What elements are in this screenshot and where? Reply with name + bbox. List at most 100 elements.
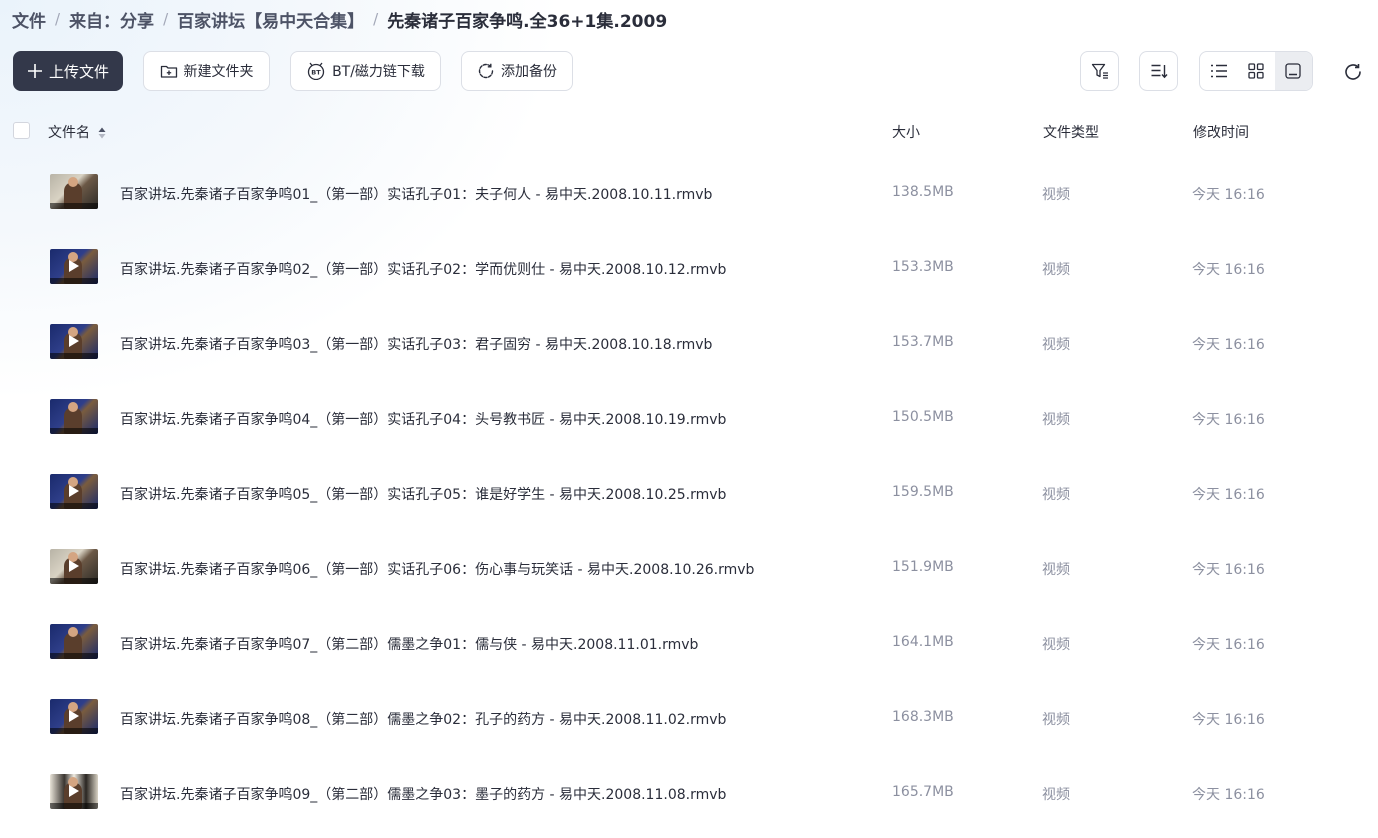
file-type: 视频 xyxy=(1042,262,1070,278)
file-name[interactable]: 百家讲坛.先秦诸子百家争鸣08_（第二部）儒墨之争02：孔子的药方 - 易中天.… xyxy=(120,709,726,729)
breadcrumb-files[interactable]: 文件 xyxy=(12,7,46,32)
table-row[interactable]: 百家讲坛.先秦诸子百家争鸣04_（第一部）实话孔子04：头号教书匠 - 易中天.… xyxy=(0,381,1378,456)
table-row[interactable]: 百家讲坛.先秦诸子百家争鸣05_（第一部）实话孔子05：谁是好学生 - 易中天.… xyxy=(0,456,1378,531)
file-name[interactable]: 百家讲坛.先秦诸子百家争鸣03_（第一部）实话孔子03：君子固穷 - 易中天.2… xyxy=(120,334,712,354)
file-modified-time: 今天 16:16 xyxy=(1192,637,1265,653)
file-size: 153.7MB xyxy=(892,334,954,350)
thumbnail-caption-bar xyxy=(50,503,98,509)
file-name[interactable]: 百家讲坛.先秦诸子百家争鸣09_（第二部）儒墨之争03：墨子的药方 - 易中天.… xyxy=(120,784,726,804)
video-thumbnail[interactable] xyxy=(50,699,98,734)
video-thumbnail[interactable] xyxy=(50,624,98,659)
new-folder-button[interactable]: 新建文件夹 xyxy=(143,51,270,91)
thumbnail-caption-bar xyxy=(50,728,98,734)
filter-icon xyxy=(1091,63,1108,79)
backup-icon xyxy=(478,63,494,79)
file-size: 138.5MB xyxy=(892,184,954,200)
video-thumbnail[interactable] xyxy=(50,474,98,509)
folder-plus-icon xyxy=(160,65,177,78)
breadcrumb-current-folder: 先秦诸子百家争鸣.全36+1集.2009 xyxy=(387,11,668,32)
file-type: 视频 xyxy=(1042,712,1070,728)
thumbnail-caption-bar xyxy=(50,428,98,434)
breadcrumb-separator: / xyxy=(373,10,379,28)
play-icon xyxy=(69,260,79,272)
file-type: 视频 xyxy=(1042,412,1070,428)
file-type: 视频 xyxy=(1042,787,1070,803)
file-name[interactable]: 百家讲坛.先秦诸子百家争鸣01_（第一部）实话孔子01：夫子何人 - 易中天.2… xyxy=(120,184,712,204)
preview-view-toggle[interactable] xyxy=(1274,52,1312,90)
plus-icon xyxy=(27,64,42,78)
column-header-name[interactable]: 文件名 xyxy=(48,122,106,142)
table-row[interactable]: 百家讲坛.先秦诸子百家争鸣08_（第二部）儒墨之争02：孔子的药方 - 易中天.… xyxy=(0,681,1378,756)
file-type: 视频 xyxy=(1042,487,1070,503)
breadcrumb-separator: / xyxy=(55,10,61,28)
video-thumbnail[interactable] xyxy=(50,549,98,584)
thumbnail-caption-bar xyxy=(50,353,98,359)
sort-arrows-icon[interactable] xyxy=(98,127,106,139)
file-type: 视频 xyxy=(1042,637,1070,653)
preview-panel-icon xyxy=(1285,63,1301,79)
play-icon xyxy=(69,560,79,572)
breadcrumb-shared[interactable]: 来自：分享 xyxy=(69,7,154,32)
upload-button-label: 上传文件 xyxy=(48,62,109,81)
breadcrumb-separator: / xyxy=(163,10,169,28)
video-thumbnail[interactable] xyxy=(50,324,98,359)
file-size: 159.5MB xyxy=(892,484,954,500)
refresh-button[interactable] xyxy=(1340,59,1366,85)
file-size: 151.9MB xyxy=(892,559,954,575)
video-thumbnail[interactable] xyxy=(50,249,98,284)
thumbnail-caption-bar xyxy=(50,578,98,584)
column-header-size[interactable]: 大小 xyxy=(892,122,920,142)
view-mode-switcher xyxy=(1199,51,1313,91)
play-icon xyxy=(69,785,79,797)
add-backup-label: 添加备份 xyxy=(501,64,557,80)
thumbnail-caption-bar xyxy=(50,803,98,809)
file-modified-time: 今天 16:16 xyxy=(1192,712,1265,728)
file-type: 视频 xyxy=(1042,337,1070,353)
table-header: 文件名 大小 文件类型 修改时间 xyxy=(0,118,1378,144)
video-thumbnail[interactable] xyxy=(50,174,98,209)
bt-magnet-download-button[interactable]: BT BT/磁力链下载 xyxy=(290,51,441,91)
thumbnail-figure-head xyxy=(68,402,78,412)
thumbnail-caption-bar xyxy=(50,278,98,284)
file-name[interactable]: 百家讲坛.先秦诸子百家争鸣07_（第二部）儒墨之争01：儒与侠 - 易中天.20… xyxy=(120,634,698,654)
table-row[interactable]: 百家讲坛.先秦诸子百家争鸣01_（第一部）实话孔子01：夫子何人 - 易中天.2… xyxy=(0,156,1378,231)
grid-icon xyxy=(1248,63,1264,79)
table-row[interactable]: 百家讲坛.先秦诸子百家争鸣07_（第二部）儒墨之争01：儒与侠 - 易中天.20… xyxy=(0,606,1378,681)
file-name[interactable]: 百家讲坛.先秦诸子百家争鸣05_（第一部）实话孔子05：谁是好学生 - 易中天.… xyxy=(120,484,726,504)
table-row[interactable]: 百家讲坛.先秦诸子百家争鸣03_（第一部）实话孔子03：君子固穷 - 易中天.2… xyxy=(0,306,1378,381)
file-modified-time: 今天 16:16 xyxy=(1192,262,1265,278)
column-header-type[interactable]: 文件类型 xyxy=(1043,122,1099,142)
video-thumbnail[interactable] xyxy=(50,774,98,809)
thumbnail-figure-head xyxy=(68,177,78,187)
bt-magnet-download-label: BT/磁力链下载 xyxy=(332,64,425,80)
table-row[interactable]: 百家讲坛.先秦诸子百家争鸣06_（第一部）实话孔子06：伤心事与玩笑话 - 易中… xyxy=(0,531,1378,606)
upload-button[interactable]: 上传文件 xyxy=(13,51,123,91)
file-name[interactable]: 百家讲坛.先秦诸子百家争鸣04_（第一部）实话孔子04：头号教书匠 - 易中天.… xyxy=(120,409,726,429)
file-modified-time: 今天 16:16 xyxy=(1192,562,1265,578)
list-icon xyxy=(1210,64,1227,78)
sort-icon xyxy=(1151,64,1168,79)
add-backup-button[interactable]: 添加备份 xyxy=(461,51,573,91)
grid-view-toggle[interactable] xyxy=(1237,52,1274,90)
file-list: 百家讲坛.先秦诸子百家争鸣01_（第一部）实话孔子01：夫子何人 - 易中天.2… xyxy=(0,156,1378,831)
file-modified-time: 今天 16:16 xyxy=(1192,337,1265,353)
list-view-toggle[interactable] xyxy=(1200,52,1237,90)
file-type: 视频 xyxy=(1042,562,1070,578)
file-name[interactable]: 百家讲坛.先秦诸子百家争鸣06_（第一部）实话孔子06：伤心事与玩笑话 - 易中… xyxy=(120,559,754,579)
column-header-modified[interactable]: 修改时间 xyxy=(1193,122,1249,142)
file-modified-time: 今天 16:16 xyxy=(1192,487,1265,503)
breadcrumb-collection[interactable]: 百家讲坛【易中天合集】 xyxy=(177,7,364,32)
bt-icon: BT xyxy=(307,62,325,80)
table-row[interactable]: 百家讲坛.先秦诸子百家争鸣09_（第二部）儒墨之争03：墨子的药方 - 易中天.… xyxy=(0,756,1378,831)
sort-button[interactable] xyxy=(1139,51,1178,91)
file-modified-time: 今天 16:16 xyxy=(1192,187,1265,203)
select-all-checkbox[interactable] xyxy=(13,122,30,139)
file-size: 150.5MB xyxy=(892,409,954,425)
filter-button[interactable] xyxy=(1080,51,1119,91)
video-thumbnail[interactable] xyxy=(50,399,98,434)
thumbnail-figure-head xyxy=(68,627,78,637)
table-row[interactable]: 百家讲坛.先秦诸子百家争鸣02_（第一部）实话孔子02：学而优则仕 - 易中天.… xyxy=(0,231,1378,306)
file-name[interactable]: 百家讲坛.先秦诸子百家争鸣02_（第一部）实话孔子02：学而优则仕 - 易中天.… xyxy=(120,259,726,279)
svg-text:BT: BT xyxy=(311,69,321,77)
column-header-name-label: 文件名 xyxy=(48,125,90,141)
